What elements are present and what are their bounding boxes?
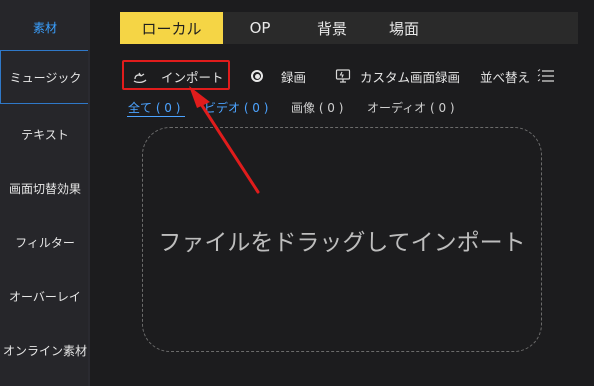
sidebar-item-label: オンライン素材: [2, 343, 87, 358]
filter-audio[interactable]: オーディオ ( 0 ): [367, 99, 455, 117]
sort-button[interactable]: 並べ替え: [480, 60, 556, 92]
filter-video[interactable]: ビデオ ( 0 ): [204, 99, 268, 117]
sort-lines-icon: [536, 67, 556, 85]
sidebar-item-overlay[interactable]: オーバーレイ: [0, 269, 90, 323]
filter-video-label: ビデオ ( 0 ): [204, 101, 269, 115]
sidebar-item-label: テキスト: [21, 127, 69, 142]
record-label: 録画: [281, 69, 307, 85]
record-button[interactable]: 録画: [251, 60, 306, 92]
filter-all-label: 全て ( 0 ): [128, 101, 181, 115]
sidebar-item-label: ミュージック: [9, 70, 82, 85]
drop-zone-text: ファイルをドラッグしてインポート: [158, 229, 526, 256]
tab-local[interactable]: ローカル: [120, 12, 223, 44]
sidebar-item-materials[interactable]: 素材: [0, 0, 90, 54]
sidebar-item-transitions[interactable]: 画面切替効果: [0, 161, 90, 215]
sidebar-item-label: オーバーレイ: [9, 289, 81, 304]
custom-record-label: カスタム画面録画: [360, 69, 461, 85]
sidebar-item-online-materials[interactable]: オンライン素材: [0, 323, 90, 377]
tab-scene[interactable]: 場面: [382, 12, 426, 44]
filter-all-underline: [127, 116, 185, 117]
tab-label: OP: [249, 19, 271, 37]
sidebar-item-label: 画面切替効果: [8, 181, 81, 196]
tab-background[interactable]: 背景: [310, 12, 354, 44]
sidebar-item-music[interactable]: ミュージック: [0, 50, 90, 104]
filter-audio-label: オーディオ ( 0 ): [367, 101, 455, 115]
filter-image-label: 画像 ( 0 ): [291, 101, 344, 115]
tab-label: 場面: [388, 19, 419, 38]
filter-image[interactable]: 画像 ( 0 ): [291, 99, 343, 117]
import-highlight-box: [122, 60, 230, 90]
record-radio-icon: [251, 70, 263, 82]
sidebar-item-label: 素材: [32, 20, 57, 35]
screen-record-icon: [334, 67, 352, 85]
sidebar: 素材 ミュージック テキスト 画面切替効果 フィルター オーバーレイ オンライン…: [0, 0, 90, 386]
tab-bar: ローカル OP 背景 場面: [120, 12, 578, 44]
custom-record-button[interactable]: カスタム画面録画: [334, 60, 460, 92]
sidebar-item-filters[interactable]: フィルター: [0, 215, 90, 269]
sidebar-divider: [88, 50, 90, 386]
drop-zone[interactable]: ファイルをドラッグしてインポート: [142, 127, 542, 352]
tab-label: 背景: [316, 19, 347, 38]
sidebar-item-text[interactable]: テキスト: [0, 107, 90, 161]
filter-all[interactable]: 全て ( 0 ): [128, 99, 180, 117]
tab-op[interactable]: OP: [238, 12, 282, 44]
sidebar-item-label: フィルター: [15, 235, 75, 250]
sort-label: 並べ替え: [480, 69, 531, 85]
tab-label: ローカル: [141, 19, 202, 38]
